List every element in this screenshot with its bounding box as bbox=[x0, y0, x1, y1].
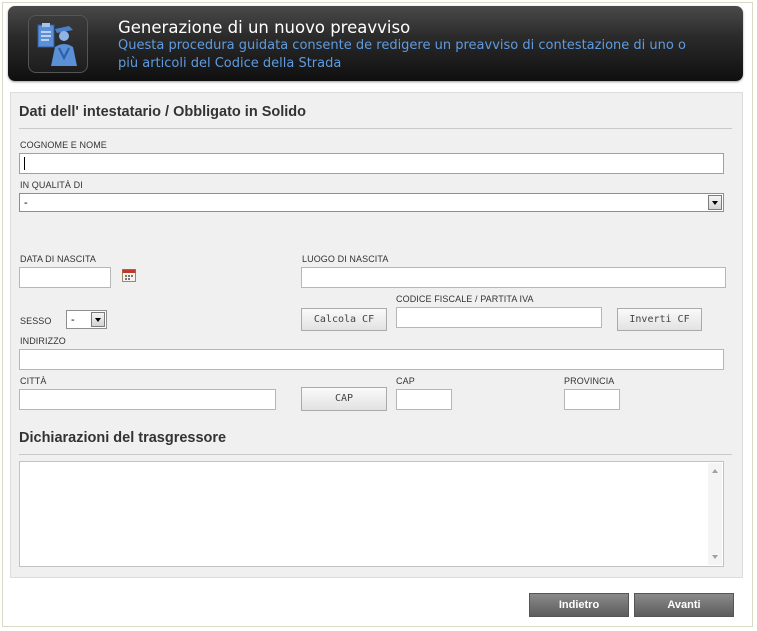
wizard-header: Generazione di un nuovo preavviso Questa… bbox=[8, 6, 743, 81]
cap-input[interactable] bbox=[396, 389, 452, 410]
text-caret bbox=[24, 157, 25, 170]
police-officer-icon bbox=[28, 15, 88, 73]
cap-label: CAP bbox=[396, 376, 415, 386]
scroll-down-icon[interactable] bbox=[712, 555, 718, 559]
codice-fiscale-input[interactable] bbox=[396, 307, 602, 328]
inverti-cf-button[interactable]: Inverti CF bbox=[617, 308, 702, 331]
sesso-select[interactable]: - bbox=[66, 310, 107, 329]
luogo-nascita-label: LUOGO DI NASCITA bbox=[302, 254, 389, 264]
calcola-cf-button[interactable]: Calcola CF bbox=[301, 308, 387, 331]
qualita-select[interactable]: - bbox=[19, 193, 724, 212]
section-divider bbox=[19, 128, 732, 129]
sesso-label: SESSO bbox=[20, 316, 52, 326]
wizard-subtitle: Questa procedura guidata consente de red… bbox=[118, 38, 686, 71]
indirizzo-input[interactable] bbox=[19, 349, 724, 370]
calendar-icon[interactable] bbox=[122, 267, 136, 282]
provincia-label: PROVINCIA bbox=[564, 376, 615, 386]
scroll-up-icon[interactable] bbox=[712, 469, 718, 473]
qualita-selected-value: - bbox=[24, 197, 28, 209]
section-title-dichiarazioni: Dichiarazioni del trasgressore bbox=[19, 430, 227, 446]
cap-lookup-button[interactable]: CAP bbox=[301, 387, 387, 411]
indietro-button[interactable]: Indietro bbox=[529, 593, 629, 617]
wizard-title: Generazione di un nuovo preavviso bbox=[118, 18, 411, 37]
provincia-input[interactable] bbox=[564, 389, 620, 410]
textarea-scrollbar[interactable] bbox=[708, 463, 722, 565]
codice-fiscale-label: CODICE FISCALE / PARTITA IVA bbox=[396, 294, 534, 304]
data-nascita-label: DATA DI NASCITA bbox=[20, 254, 97, 264]
section-divider bbox=[19, 454, 732, 455]
luogo-nascita-input[interactable] bbox=[301, 267, 726, 288]
indirizzo-label: INDIRIZZO bbox=[20, 336, 66, 346]
avanti-button[interactable]: Avanti bbox=[634, 593, 734, 617]
data-nascita-input[interactable] bbox=[19, 267, 111, 288]
chevron-down-icon[interactable] bbox=[708, 195, 722, 210]
qualita-label: IN QUALITÀ DI bbox=[20, 180, 83, 190]
citta-input[interactable] bbox=[19, 389, 276, 410]
section-title-intestatario: Dati dell' intestatario / Obbligato in S… bbox=[19, 104, 307, 120]
citta-label: CITTÀ bbox=[20, 376, 47, 386]
cognome-label: COGNOME E NOME bbox=[20, 140, 107, 150]
dichiarazioni-textarea[interactable] bbox=[19, 461, 724, 567]
cognome-input[interactable] bbox=[19, 153, 724, 174]
sesso-selected-value: - bbox=[71, 314, 75, 326]
chevron-down-icon[interactable] bbox=[91, 312, 105, 327]
